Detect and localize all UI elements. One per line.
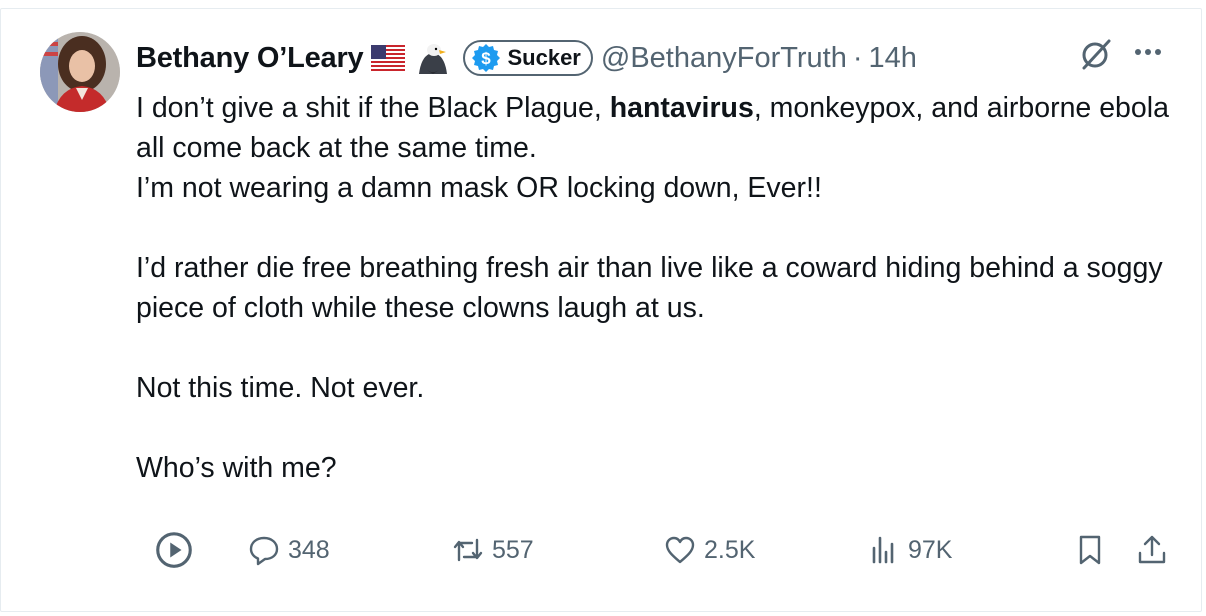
- author-name[interactable]: Bethany O’Leary: [136, 42, 364, 75]
- post-line: I’m not wearing a damn mask OR locking d…: [136, 172, 822, 204]
- post-body: I don’t give a shit if the Black Plague,…: [136, 88, 1176, 488]
- svg-text:$: $: [482, 49, 492, 68]
- like-button[interactable]: 2.5K: [664, 528, 755, 572]
- views-icon: [872, 536, 894, 564]
- post-line: I’d rather die free breathing fresh air …: [136, 252, 1163, 324]
- post-line: Not this time. Not ever.: [136, 372, 425, 404]
- grok-icon[interactable]: [1078, 36, 1114, 72]
- flag-us-icon: [371, 45, 406, 71]
- bookmark-icon: [1079, 535, 1101, 565]
- post-time[interactable]: 14h: [869, 42, 917, 75]
- badge-pill[interactable]: $ Sucker: [463, 40, 593, 76]
- eagle-icon: [419, 44, 448, 74]
- action-bar: 348 557 2.5K 97K: [0, 528, 1206, 572]
- more-icon[interactable]: [1130, 38, 1166, 66]
- share-button[interactable]: [1136, 528, 1168, 572]
- bookmark-button[interactable]: [1074, 528, 1106, 572]
- like-count: 2.5K: [704, 535, 756, 564]
- separator-dot: ·: [852, 41, 863, 74]
- repost-count: 557: [492, 535, 534, 564]
- badge-label: Sucker: [507, 45, 581, 70]
- post-header: Bethany O’Leary $ Sucker @BethanyForTrut…: [136, 36, 917, 80]
- reply-button[interactable]: 348: [248, 528, 330, 572]
- post-line: Who’s with me?: [136, 452, 337, 484]
- reply-count: 348: [288, 535, 330, 564]
- views-count: 97K: [908, 535, 953, 564]
- repost-icon: [453, 538, 483, 562]
- play-icon: [156, 532, 192, 568]
- share-icon: [1138, 535, 1166, 564]
- dollar-badge-icon: $: [472, 44, 501, 72]
- author-handle[interactable]: @BethanyForTruth: [601, 42, 847, 75]
- views-button[interactable]: 97K: [868, 528, 952, 572]
- hashtag-bold[interactable]: hantavirus: [610, 92, 754, 124]
- avatar[interactable]: [40, 32, 120, 112]
- repost-button[interactable]: 557: [452, 528, 534, 572]
- play-button[interactable]: [154, 528, 194, 572]
- like-icon: [665, 536, 695, 564]
- post-line: I don’t give a shit if the Black Plague,…: [136, 92, 1169, 164]
- reply-icon: [249, 536, 279, 566]
